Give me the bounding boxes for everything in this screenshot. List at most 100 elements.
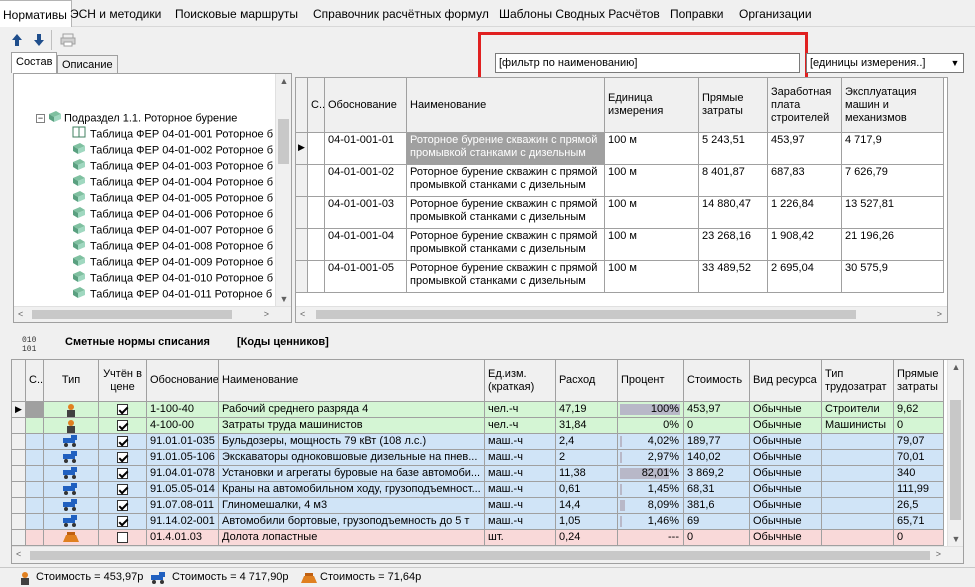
menu-tab-organizations[interactable]: Организации xyxy=(735,0,816,27)
row-indicator[interactable] xyxy=(12,418,26,434)
column-header[interactable]: Обоснование xyxy=(325,78,407,133)
cell-direct[interactable]: 9,62 xyxy=(894,402,944,418)
row-indicator[interactable] xyxy=(12,482,26,498)
cell-direct[interactable]: 340 xyxy=(894,466,944,482)
scroll-up-icon[interactable]: ▲ xyxy=(276,76,292,86)
column-header[interactable]: Ед.изм. (краткая) xyxy=(485,360,556,402)
cell-unit[interactable]: маш.-ч xyxy=(485,434,556,450)
scroll-right-icon[interactable]: > xyxy=(936,549,941,559)
cell-unit[interactable]: чел.-ч xyxy=(485,418,556,434)
tree-node-table[interactable]: Таблица ФЕР 04-01-003 Роторное б xyxy=(72,158,273,174)
cell-rate[interactable]: 47,19 xyxy=(556,402,618,418)
included-checkbox[interactable] xyxy=(117,419,128,431)
cell-direct[interactable]: 26,5 xyxy=(894,498,944,514)
cell-name[interactable]: Автомобили бортовые, грузоподъемность до… xyxy=(219,514,485,530)
cell-percent[interactable]: 8,09% xyxy=(618,498,684,514)
cell-unit[interactable]: 100 м xyxy=(605,133,699,165)
menu-tab-templates[interactable]: Шаблоны Сводных Расчётов xyxy=(495,0,664,27)
row-indicator[interactable] xyxy=(12,530,26,546)
scroll-down-icon[interactable]: ▼ xyxy=(276,294,292,304)
cell-percent[interactable]: 1,46% xyxy=(618,514,684,530)
cell-percent[interactable]: 82,01% xyxy=(618,466,684,482)
included-cell[interactable] xyxy=(99,450,147,466)
cell-labor[interactable] xyxy=(822,450,894,466)
cell-unit[interactable]: чел.-ч xyxy=(485,402,556,418)
cell-name[interactable]: Роторное бурение скважин с прямой промыв… xyxy=(407,133,605,165)
cell-percent[interactable]: --- xyxy=(618,530,684,546)
included-cell[interactable] xyxy=(99,418,147,434)
cell-direct[interactable]: 70,01 xyxy=(894,450,944,466)
tab-composition[interactable]: Состав xyxy=(11,52,58,73)
scroll-thumb[interactable] xyxy=(950,400,961,520)
cell-kind[interactable]: Обычные xyxy=(750,498,822,514)
menu-tab-corrections[interactable]: Поправки xyxy=(666,0,727,27)
cell-code[interactable]: 04-01-001-02 xyxy=(325,165,407,197)
cell-code[interactable]: 91.07.08-011 xyxy=(147,498,219,514)
row-indicator[interactable] xyxy=(12,498,26,514)
tree-node-table[interactable]: Таблица ФЕР 04-01-006 Роторное б xyxy=(72,206,273,222)
cell-labor[interactable] xyxy=(822,482,894,498)
included-checkbox[interactable] xyxy=(117,435,128,447)
tree-vertical-scrollbar[interactable]: ▲ ▼ xyxy=(275,74,291,306)
cell-name[interactable]: Глиномешалки, 4 м3 xyxy=(219,498,485,514)
cell-machines[interactable]: 4 717,9 xyxy=(842,133,944,165)
tree-node-table[interactable]: Таблица ФЕР 04-01-011 Роторное б xyxy=(72,286,272,302)
print-icon[interactable] xyxy=(58,30,78,50)
resources-vertical-scrollbar[interactable]: ▲ ▼ xyxy=(947,360,963,546)
cell-machines[interactable]: 30 575,9 xyxy=(842,261,944,293)
cell-labor[interactable] xyxy=(822,466,894,482)
tree-node-table[interactable]: Таблица ФЕР 04-01-009 Роторное б xyxy=(72,254,273,270)
cell-kind[interactable]: Обычные xyxy=(750,466,822,482)
column-header[interactable]: Расход xyxy=(556,360,618,402)
tree-node-table[interactable]: Таблица ФЕР 04-01-001 Роторное б xyxy=(72,126,273,142)
cell-salary[interactable]: 1 226,84 xyxy=(768,197,842,229)
row-indicator[interactable] xyxy=(296,229,308,261)
cell-cost[interactable]: 68,31 xyxy=(684,482,750,498)
cell-labor[interactable]: Машинисты xyxy=(822,418,894,434)
cell-percent[interactable]: 1,45% xyxy=(618,482,684,498)
cell-code[interactable]: 91.01.05-106 xyxy=(147,450,219,466)
cell-labor[interactable] xyxy=(822,498,894,514)
cell-code[interactable]: 04-01-001-01 xyxy=(325,133,407,165)
tree-node-table[interactable]: Таблица ФЕР 04-01-008 Роторное б xyxy=(72,238,273,254)
row-indicator[interactable] xyxy=(296,165,308,197)
column-header[interactable]: Заработная плата строителей xyxy=(768,78,842,133)
cell-name[interactable]: Бульдозеры, мощность 79 кВт (108 л.с.) xyxy=(219,434,485,450)
cell-unit[interactable]: маш.-ч xyxy=(485,498,556,514)
scroll-left-icon[interactable]: < xyxy=(18,309,23,319)
column-header[interactable]: Стоимость xyxy=(684,360,750,402)
included-checkbox[interactable] xyxy=(117,483,128,495)
included-checkbox[interactable] xyxy=(117,451,128,463)
column-header[interactable]: Прямые затраты xyxy=(699,78,768,133)
row-indicator[interactable] xyxy=(296,261,308,293)
cell-unit[interactable]: маш.-ч xyxy=(485,466,556,482)
column-header[interactable]: С.. xyxy=(308,78,325,133)
included-cell[interactable] xyxy=(99,498,147,514)
row-indicator[interactable] xyxy=(12,514,26,530)
cell-rate[interactable]: 0,61 xyxy=(556,482,618,498)
menu-tab-formulas[interactable]: Справочник расчётных формул xyxy=(309,0,493,27)
price-codes-link[interactable]: [Коды ценников] xyxy=(237,336,329,348)
scroll-right-icon[interactable]: > xyxy=(264,309,269,319)
tree-node-table[interactable]: Таблица ФЕР 04-01-005 Роторное б xyxy=(72,190,273,206)
included-cell[interactable] xyxy=(99,482,147,498)
cell-name[interactable]: Краны на автомобильном ходу, грузоподъем… xyxy=(219,482,485,498)
menu-tab-esn[interactable]: ЭСН и методики xyxy=(66,0,165,27)
cell-direct[interactable]: 111,99 xyxy=(894,482,944,498)
cell-cost[interactable]: 189,77 xyxy=(684,434,750,450)
cell-rate[interactable]: 1,05 xyxy=(556,514,618,530)
chevron-down-icon[interactable]: ▼ xyxy=(947,54,963,72)
tree-node-root[interactable]: − Подраздел 1.1. Роторное бурение xyxy=(36,110,237,126)
included-cell[interactable] xyxy=(99,434,147,450)
column-header[interactable]: Прямые затраты xyxy=(894,360,944,402)
cell-direct[interactable]: 0 xyxy=(894,530,944,546)
row-indicator[interactable] xyxy=(12,466,26,482)
cell-name[interactable]: Установки и агрегаты буровые на базе авт… xyxy=(219,466,485,482)
scroll-down-icon[interactable]: ▼ xyxy=(948,534,963,544)
column-header[interactable]: Вид ресурса xyxy=(750,360,822,402)
tree-node-table[interactable]: Таблица ФЕР 04-01-004 Роторное б xyxy=(72,174,273,190)
cell-cost[interactable]: 381,6 xyxy=(684,498,750,514)
cell-code[interactable]: 01.4.01.03 xyxy=(147,530,219,546)
column-header[interactable]: Наименование xyxy=(407,78,605,133)
row-indicator[interactable] xyxy=(12,450,26,466)
